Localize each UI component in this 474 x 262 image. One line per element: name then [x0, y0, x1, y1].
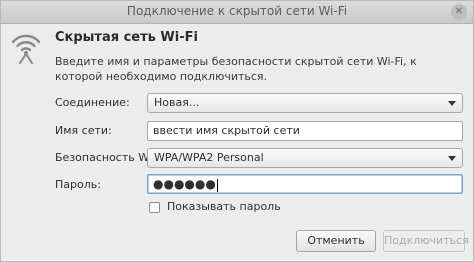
- cancel-button[interactable]: Отменить: [296, 230, 376, 252]
- password-value: ●●●●●●: [153, 177, 216, 191]
- security-value: WPA/WPA2 Personal: [154, 151, 264, 164]
- network-name-input[interactable]: ввести имя скрытой сети: [147, 121, 463, 141]
- network-name-value: ввести имя скрытой сети: [153, 124, 300, 137]
- window-title: Подключение к скрытой сети Wi-Fi: [126, 4, 348, 18]
- security-combo[interactable]: WPA/WPA2 Personal: [147, 148, 463, 168]
- connect-button[interactable]: Подключиться: [383, 230, 469, 252]
- chevron-down-icon: [448, 101, 456, 106]
- close-button[interactable]: ✕: [451, 4, 467, 20]
- password-input[interactable]: ●●●●●●: [147, 174, 463, 194]
- show-password-checkbox[interactable]: [149, 202, 160, 213]
- close-icon: ✕: [454, 6, 464, 17]
- show-password-label[interactable]: Показывать пароль: [167, 200, 281, 213]
- chevron-down-icon: [448, 156, 456, 161]
- connection-value: Новая...: [154, 96, 200, 109]
- connection-label: Соединение:: [55, 96, 130, 109]
- title-bar[interactable]: Подключение к скрытой сети Wi-Fi ✕: [1, 1, 473, 24]
- connection-combo[interactable]: Новая...: [147, 93, 463, 113]
- hidden-wifi-dialog: Подключение к скрытой сети Wi-Fi ✕ Скрыт…: [0, 0, 474, 262]
- password-label: Пароль:: [55, 178, 101, 191]
- dialog-description: Введите имя и параметры безопасности скр…: [55, 55, 417, 83]
- network-name-label: Имя сети:: [55, 124, 112, 137]
- wifi-icon: [11, 34, 41, 64]
- dialog-heading: Скрытая сеть Wi-Fi: [55, 30, 198, 45]
- text-caret: [216, 178, 218, 192]
